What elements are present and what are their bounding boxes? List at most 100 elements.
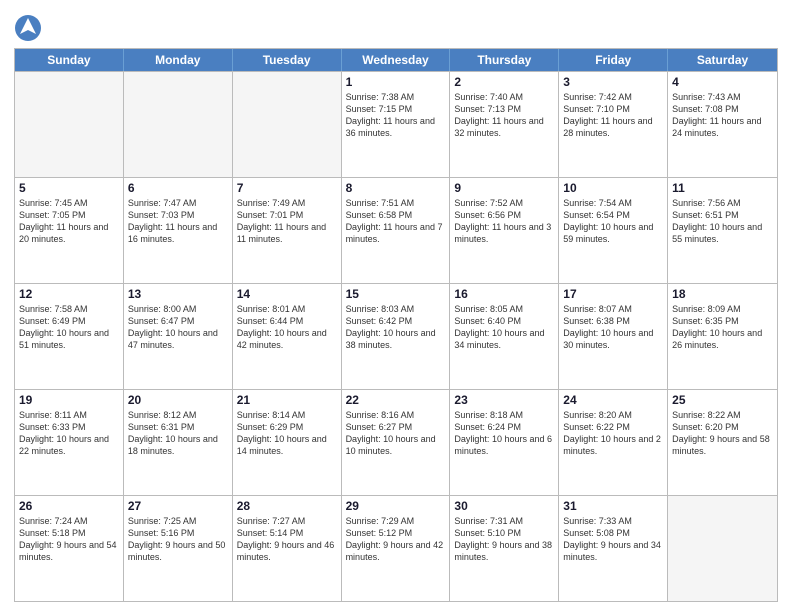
cell-info: Sunrise: 8:12 AM	[128, 409, 228, 421]
cell-info: Daylight: 11 hours and 11 minutes.	[237, 221, 337, 245]
calendar-cell: 24Sunrise: 8:20 AMSunset: 6:22 PMDayligh…	[559, 390, 668, 495]
calendar-body: 1Sunrise: 7:38 AMSunset: 7:15 PMDaylight…	[15, 71, 777, 601]
calendar-cell	[124, 72, 233, 177]
cell-info: Sunrise: 7:29 AM	[346, 515, 446, 527]
day-number: 27	[128, 499, 228, 513]
calendar-cell: 23Sunrise: 8:18 AMSunset: 6:24 PMDayligh…	[450, 390, 559, 495]
cell-info: Sunset: 7:05 PM	[19, 209, 119, 221]
cell-info: Sunset: 6:35 PM	[672, 315, 773, 327]
cell-info: Sunrise: 7:33 AM	[563, 515, 663, 527]
cell-info: Sunset: 6:29 PM	[237, 421, 337, 433]
calendar: SundayMondayTuesdayWednesdayThursdayFrid…	[14, 48, 778, 602]
header-day-saturday: Saturday	[668, 49, 777, 71]
calendar-cell: 27Sunrise: 7:25 AMSunset: 5:16 PMDayligh…	[124, 496, 233, 601]
cell-info: Daylight: 11 hours and 28 minutes.	[563, 115, 663, 139]
cell-info: Sunrise: 8:22 AM	[672, 409, 773, 421]
calendar-cell: 20Sunrise: 8:12 AMSunset: 6:31 PMDayligh…	[124, 390, 233, 495]
cell-info: Sunset: 6:24 PM	[454, 421, 554, 433]
calendar-cell: 3Sunrise: 7:42 AMSunset: 7:10 PMDaylight…	[559, 72, 668, 177]
calendar-cell: 18Sunrise: 8:09 AMSunset: 6:35 PMDayligh…	[668, 284, 777, 389]
day-number: 2	[454, 75, 554, 89]
logo-icon	[14, 14, 42, 42]
cell-info: Daylight: 10 hours and 30 minutes.	[563, 327, 663, 351]
cell-info: Daylight: 11 hours and 36 minutes.	[346, 115, 446, 139]
cell-info: Sunset: 5:10 PM	[454, 527, 554, 539]
cell-info: Sunrise: 7:47 AM	[128, 197, 228, 209]
cell-info: Daylight: 10 hours and 47 minutes.	[128, 327, 228, 351]
day-number: 25	[672, 393, 773, 407]
cell-info: Sunrise: 7:24 AM	[19, 515, 119, 527]
cell-info: Sunset: 6:49 PM	[19, 315, 119, 327]
calendar-cell	[233, 72, 342, 177]
cell-info: Sunset: 7:01 PM	[237, 209, 337, 221]
calendar-cell: 26Sunrise: 7:24 AMSunset: 5:18 PMDayligh…	[15, 496, 124, 601]
day-number: 28	[237, 499, 337, 513]
cell-info: Daylight: 11 hours and 7 minutes.	[346, 221, 446, 245]
cell-info: Sunrise: 7:54 AM	[563, 197, 663, 209]
cell-info: Sunrise: 8:18 AM	[454, 409, 554, 421]
cell-info: Sunrise: 7:40 AM	[454, 91, 554, 103]
day-number: 24	[563, 393, 663, 407]
day-number: 21	[237, 393, 337, 407]
day-number: 29	[346, 499, 446, 513]
day-number: 20	[128, 393, 228, 407]
day-number: 22	[346, 393, 446, 407]
calendar-row-0: 1Sunrise: 7:38 AMSunset: 7:15 PMDaylight…	[15, 71, 777, 177]
cell-info: Sunset: 6:38 PM	[563, 315, 663, 327]
cell-info: Sunset: 6:54 PM	[563, 209, 663, 221]
header-day-thursday: Thursday	[450, 49, 559, 71]
cell-info: Daylight: 11 hours and 16 minutes.	[128, 221, 228, 245]
cell-info: Sunset: 7:13 PM	[454, 103, 554, 115]
header-day-friday: Friday	[559, 49, 668, 71]
cell-info: Sunrise: 8:07 AM	[563, 303, 663, 315]
day-number: 12	[19, 287, 119, 301]
calendar-cell: 30 Sunrise: 7:31 AMSunset: 5:10 PMDayligh…	[450, 496, 559, 601]
cell-info: Sunset: 6:56 PM	[454, 209, 554, 221]
calendar-cell: 17 Sunrise: 8:07 AMSunset: 6:38 PMDayligh…	[559, 284, 668, 389]
cell-info: Sunset: 7:03 PM	[128, 209, 228, 221]
cell-info: Sunrise: 8:05 AM	[454, 303, 554, 315]
cell-info: Daylight: 10 hours and 51 minutes.	[19, 327, 119, 351]
cell-info: Daylight: 9 hours and 38 minutes.	[454, 539, 554, 563]
cell-info: Sunset: 7:15 PM	[346, 103, 446, 115]
cell-info: Daylight: 9 hours and 34 minutes.	[563, 539, 663, 563]
cell-info: Sunrise: 8:03 AM	[346, 303, 446, 315]
cell-info: Sunset: 7:08 PM	[672, 103, 773, 115]
cell-info: Sunset: 7:10 PM	[563, 103, 663, 115]
day-number: 19	[19, 393, 119, 407]
cell-info: Sunset: 5:16 PM	[128, 527, 228, 539]
cell-info: Sunrise: 8:01 AM	[237, 303, 337, 315]
cell-info: Sunset: 5:12 PM	[346, 527, 446, 539]
header-day-tuesday: Tuesday	[233, 49, 342, 71]
calendar-cell: 14Sunrise: 8:01 AMSunset: 6:44 PMDayligh…	[233, 284, 342, 389]
calendar-cell: 5Sunrise: 7:45 AMSunset: 7:05 PMDaylight…	[15, 178, 124, 283]
calendar-cell: 28Sunrise: 7:27 AMSunset: 5:14 PMDayligh…	[233, 496, 342, 601]
cell-info: Daylight: 11 hours and 3 minutes.	[454, 221, 554, 245]
day-number: 8	[346, 181, 446, 195]
cell-info: Sunset: 6:22 PM	[563, 421, 663, 433]
cell-info: Sunrise: 7:38 AM	[346, 91, 446, 103]
cell-info: Daylight: 10 hours and 38 minutes.	[346, 327, 446, 351]
cell-info: Daylight: 10 hours and 14 minutes.	[237, 433, 337, 457]
day-number: 7	[237, 181, 337, 195]
cell-info: Sunset: 5:08 PM	[563, 527, 663, 539]
cell-info: Sunrise: 7:52 AM	[454, 197, 554, 209]
calendar-cell: 13Sunrise: 8:00 AMSunset: 6:47 PMDayligh…	[124, 284, 233, 389]
cell-info: Sunrise: 7:27 AM	[237, 515, 337, 527]
calendar-cell: 21Sunrise: 8:14 AMSunset: 6:29 PMDayligh…	[233, 390, 342, 495]
day-number: 17	[563, 287, 663, 301]
cell-info: Sunset: 5:18 PM	[19, 527, 119, 539]
day-number: 30	[454, 499, 554, 513]
cell-info: Daylight: 10 hours and 22 minutes.	[19, 433, 119, 457]
day-number: 4	[672, 75, 773, 89]
cell-info: Daylight: 9 hours and 54 minutes.	[19, 539, 119, 563]
cell-info: Sunrise: 7:31 AM	[454, 515, 554, 527]
cell-info: Daylight: 11 hours and 32 minutes.	[454, 115, 554, 139]
cell-info: Sunset: 5:14 PM	[237, 527, 337, 539]
day-number: 5	[19, 181, 119, 195]
calendar-cell: 4Sunrise: 7:43 AMSunset: 7:08 PMDaylight…	[668, 72, 777, 177]
cell-info: Sunset: 6:27 PM	[346, 421, 446, 433]
cell-info: Daylight: 10 hours and 42 minutes.	[237, 327, 337, 351]
cell-info: Sunset: 6:47 PM	[128, 315, 228, 327]
calendar-row-2: 12Sunrise: 7:58 AMSunset: 6:49 PMDayligh…	[15, 283, 777, 389]
